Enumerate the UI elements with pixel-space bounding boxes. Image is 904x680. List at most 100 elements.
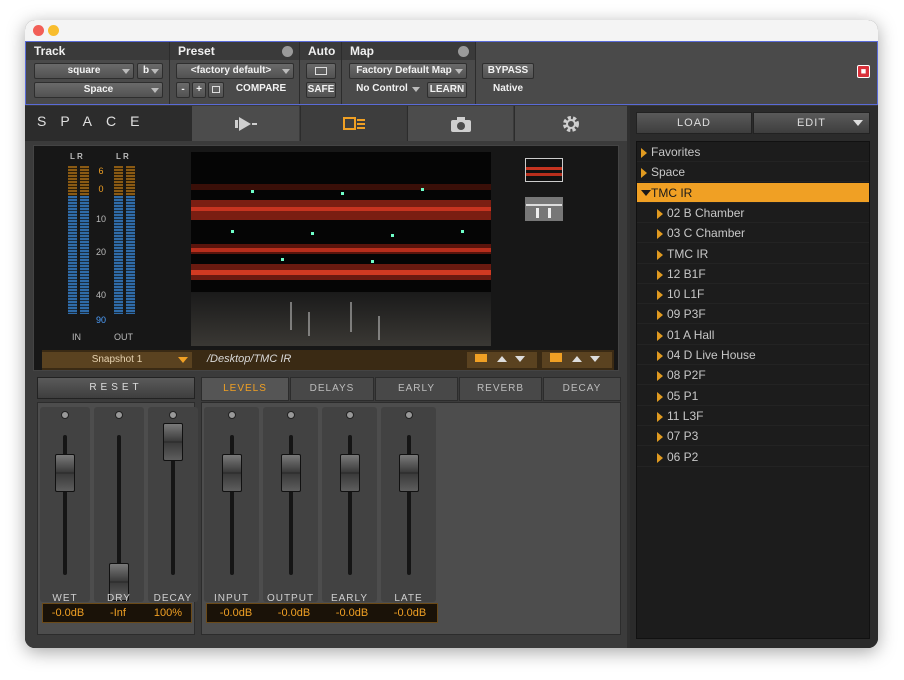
collapsed-arrow-icon[interactable] — [657, 432, 663, 443]
ir-thumbnail-1[interactable] — [525, 158, 563, 182]
wet-value[interactable]: -0.0dB — [43, 607, 93, 619]
knob-icon[interactable] — [345, 411, 354, 419]
gear-icon — [563, 116, 579, 132]
speaker-icon[interactable] — [474, 354, 487, 362]
fader-handle[interactable] — [339, 453, 360, 492]
collapsed-arrow-icon[interactable] — [657, 269, 663, 280]
tree-item[interactable]: 05 P1 — [637, 386, 869, 406]
knob-icon[interactable] — [61, 411, 69, 419]
learn-button[interactable]: LEARN — [427, 82, 467, 98]
output-value[interactable]: -0.0dB — [265, 607, 323, 619]
knob-icon[interactable] — [286, 411, 295, 419]
preset-section: Preset <factory default> - + COMPARE — [170, 42, 300, 104]
knob-icon[interactable] — [169, 411, 177, 419]
collapsed-arrow-icon[interactable] — [657, 208, 663, 219]
early-value[interactable]: -0.0dB — [323, 607, 381, 619]
decay-value[interactable]: 100% — [143, 607, 193, 619]
dry-value[interactable]: -Inf — [93, 607, 143, 619]
knob-icon[interactable] — [404, 411, 413, 419]
edit-button[interactable]: EDIT — [753, 112, 870, 134]
tree-item-label: 07 P3 — [667, 429, 699, 444]
close-plugin-icon[interactable]: ■ — [857, 65, 870, 78]
tree-item[interactable]: Favorites — [637, 142, 869, 162]
chevron-down-icon — [282, 69, 290, 74]
tree-item[interactable]: 09 P3F — [637, 304, 869, 325]
reset-button[interactable]: RESET — [37, 377, 195, 399]
collapsed-arrow-icon[interactable] — [657, 371, 663, 382]
tab-early[interactable]: EARLY — [375, 377, 458, 401]
preset-select[interactable]: <factory default> — [176, 63, 294, 79]
close-window-icon[interactable] — [33, 25, 44, 36]
fader-handle[interactable] — [280, 453, 301, 492]
collapsed-arrow-icon[interactable] — [657, 249, 663, 260]
preset-menu-icon[interactable] — [282, 46, 293, 57]
collapsed-arrow-icon[interactable] — [657, 290, 663, 301]
compare-button[interactable]: COMPARE — [228, 82, 294, 98]
fader-handle[interactable] — [398, 453, 419, 492]
tree-item[interactable]: TMC IR — [637, 244, 869, 264]
collapsed-arrow-icon[interactable] — [657, 411, 663, 422]
ir-thumbnail-2[interactable] — [525, 197, 563, 221]
tab-reverb[interactable]: REVERB — [459, 377, 542, 401]
track-name-select[interactable]: square — [34, 63, 134, 79]
host-header: Track square b Space Preset <factory def… — [25, 41, 878, 105]
mix-value-readouts: -0.0dB -Inf 100% — [42, 603, 192, 623]
tab-delays[interactable]: DELAYS — [290, 377, 374, 401]
tree-item[interactable]: 11 L3F — [637, 406, 869, 426]
safe-button[interactable]: SAFE — [306, 82, 336, 98]
tree-item[interactable]: 12 B1F — [637, 264, 869, 284]
fader-handle[interactable] — [221, 453, 242, 492]
collapsed-arrow-icon[interactable] — [657, 229, 663, 240]
folder-prev-icon[interactable] — [572, 356, 583, 362]
preset-next-button[interactable]: + — [192, 82, 206, 98]
tab-decay[interactable]: DECAY — [543, 377, 621, 401]
tree-item[interactable]: 03 C Chamber — [637, 223, 869, 244]
snapshot-select[interactable]: Snapshot 1 — [42, 352, 192, 368]
tree-item[interactable]: 10 L1F — [637, 284, 869, 305]
preset-copy-button[interactable] — [208, 82, 224, 98]
input-value[interactable]: -0.0dB — [207, 607, 265, 619]
map-menu-icon[interactable] — [458, 46, 469, 57]
tree-item[interactable]: Space — [637, 162, 869, 183]
fader-handle[interactable] — [55, 453, 75, 492]
collapsed-arrow-icon[interactable] — [657, 310, 663, 321]
collapsed-arrow-icon[interactable] — [641, 148, 647, 158]
tab-layout[interactable] — [300, 106, 406, 141]
brand-logo: SPACE — [25, 106, 191, 141]
tree-item[interactable]: 02 B Chamber — [637, 203, 869, 223]
minimize-window-icon[interactable] — [48, 25, 59, 36]
tree-item[interactable]: 06 P2 — [637, 447, 869, 467]
tree-item[interactable]: 01 A Hall — [637, 325, 869, 345]
bypass-button[interactable]: BYPASS — [482, 63, 534, 79]
ir-prev-icon[interactable] — [497, 356, 508, 362]
tree-item[interactable]: 08 P2F — [637, 365, 869, 386]
tab-settings[interactable] — [514, 106, 627, 141]
collapsed-arrow-icon[interactable] — [657, 330, 663, 341]
ir-next-icon[interactable] — [515, 356, 526, 362]
automation-button[interactable] — [306, 63, 336, 79]
load-button[interactable]: LOAD — [636, 112, 752, 134]
collapsed-arrow-icon[interactable] — [641, 168, 647, 179]
expanded-arrow-icon[interactable] — [641, 189, 651, 196]
tree-item[interactable]: 07 P3 — [637, 426, 869, 447]
ir-nav-controls — [467, 352, 537, 368]
collapsed-arrow-icon[interactable] — [657, 452, 663, 463]
fader-handle[interactable] — [163, 423, 183, 461]
knob-icon[interactable] — [115, 411, 123, 419]
knob-icon[interactable] — [227, 411, 236, 419]
preset-prev-button[interactable]: - — [176, 82, 190, 98]
map-select[interactable]: Factory Default Map — [349, 63, 467, 79]
collapsed-arrow-icon[interactable] — [657, 351, 663, 361]
tab-playback[interactable] — [191, 106, 299, 141]
tree-item[interactable]: TMC IR — [637, 182, 869, 203]
collapsed-arrow-icon[interactable] — [657, 391, 663, 402]
control-select[interactable]: No Control — [349, 82, 423, 98]
tree-item[interactable]: 04 D Live House — [637, 345, 869, 365]
plugin-select[interactable]: Space — [34, 82, 163, 98]
folder-icon[interactable] — [549, 353, 562, 362]
folder-next-icon[interactable] — [590, 356, 601, 362]
tab-camera[interactable] — [407, 106, 513, 141]
tab-levels[interactable]: LEVELS — [201, 377, 289, 401]
late-value[interactable]: -0.0dB — [381, 607, 439, 619]
track-channel-select[interactable]: b — [137, 63, 163, 79]
